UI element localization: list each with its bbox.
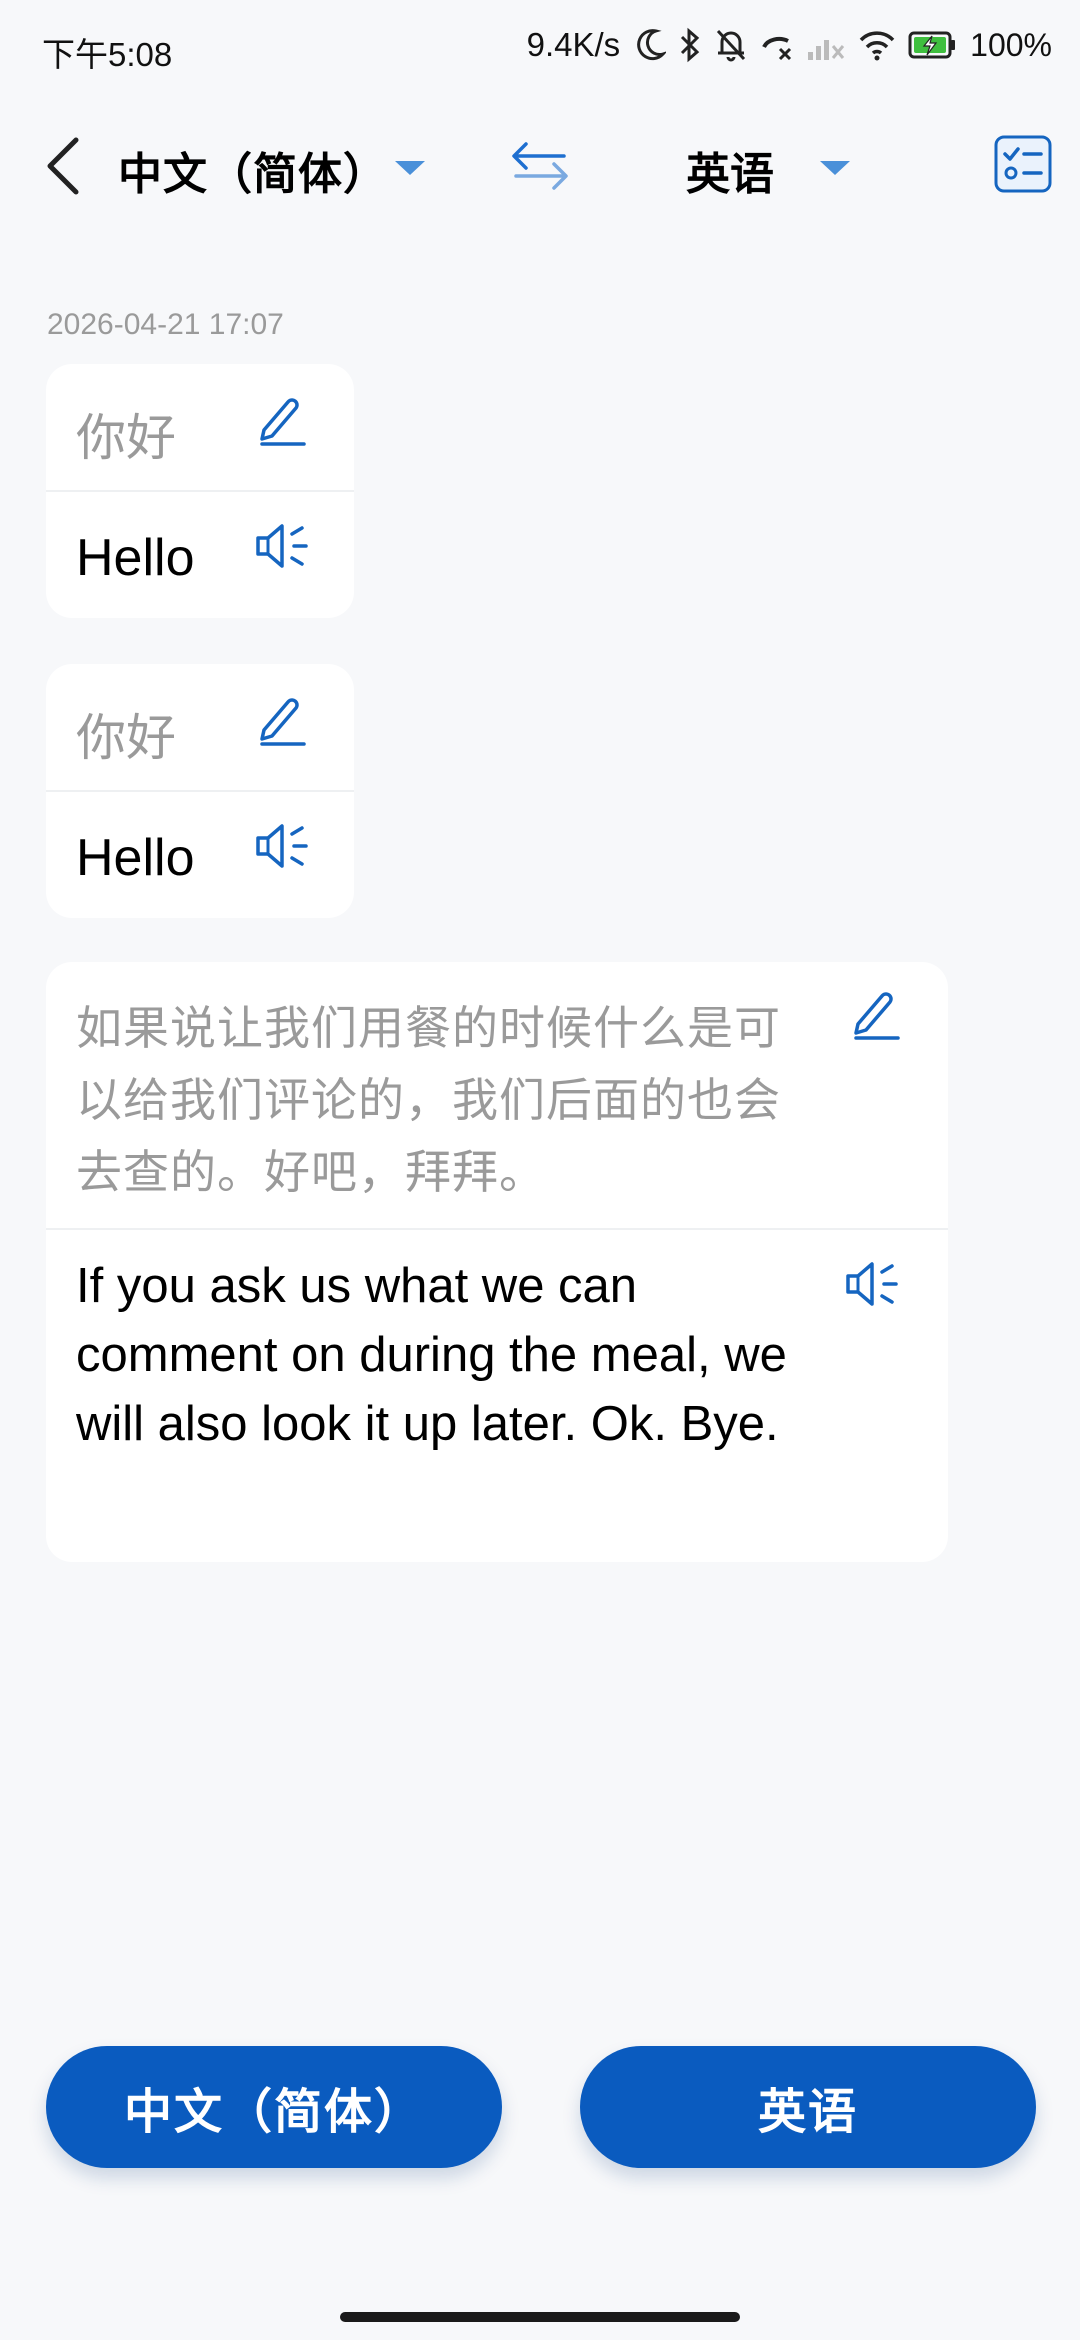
battery-charging-icon xyxy=(908,31,956,59)
signal-icon xyxy=(808,40,845,60)
speak-target-language-button[interactable]: 英语 xyxy=(580,2046,1036,2168)
speak-source-language-button[interactable]: 中文（简体） xyxy=(46,2046,502,2168)
conversation-date: 2026-04-21 17:07 xyxy=(47,308,284,341)
translation-text: Hello xyxy=(76,829,195,887)
translation-section: Hello xyxy=(46,792,354,918)
edit-pencil-icon[interactable] xyxy=(846,986,906,1046)
source-section: 你好 xyxy=(46,664,354,792)
network-speed: 9.4K/s xyxy=(526,26,621,63)
translation-text: Hello xyxy=(76,529,195,587)
language-header: 中文（简体） 英语 xyxy=(0,120,1080,212)
call-off-icon xyxy=(762,36,792,61)
speaker-icon[interactable] xyxy=(252,514,316,578)
dropdown-caret-icon[interactable] xyxy=(395,161,425,175)
translation-section: If you ask us what we can comment on dur… xyxy=(46,1230,948,1562)
translation-card: 如果说让我们用餐的时候什么是可以给我们评论的，我们后面的也会去查的。好吧，拜拜。… xyxy=(46,962,948,1562)
source-text: 如果说让我们用餐的时候什么是可以给我们评论的，我们后面的也会去查的。好吧，拜拜。 xyxy=(76,1001,781,1199)
source-section: 如果说让我们用餐的时候什么是可以给我们评论的，我们后面的也会去查的。好吧，拜拜。 xyxy=(46,962,948,1230)
edit-pencil-icon[interactable] xyxy=(252,392,312,452)
status-time: 下午5:08 xyxy=(42,36,173,73)
source-text: 你好 xyxy=(76,409,176,467)
speaker-icon[interactable] xyxy=(252,814,316,878)
mute-bell-icon xyxy=(717,29,746,62)
translation-text: If you ask us what we can comment on dur… xyxy=(76,1259,787,1451)
wifi-icon xyxy=(859,31,895,61)
dropdown-caret-icon[interactable] xyxy=(820,161,850,175)
home-indicator[interactable] xyxy=(340,2312,740,2322)
edit-pencil-icon[interactable] xyxy=(252,692,312,752)
translation-section: Hello xyxy=(46,492,354,618)
speaker-icon[interactable] xyxy=(842,1252,906,1316)
status-icons: 9.4K/s 100% xyxy=(527,26,1052,64)
moon-icon xyxy=(637,29,667,61)
source-section: 你好 xyxy=(46,364,354,492)
status-bar: 下午5:08 9.4K/s 100% xyxy=(0,0,1080,96)
source-text: 你好 xyxy=(76,709,176,767)
source-language-selector[interactable]: 中文（简体） xyxy=(118,138,388,202)
swap-languages-icon[interactable] xyxy=(508,138,572,194)
target-language-selector[interactable]: 英语 xyxy=(686,138,774,202)
back-arrow-icon[interactable] xyxy=(34,130,94,202)
translation-card: 你好 Hello xyxy=(46,364,354,618)
translation-card: 你好 Hello xyxy=(46,664,354,918)
battery-percent: 100% xyxy=(970,26,1052,63)
history-checklist-icon[interactable] xyxy=(994,135,1052,193)
bluetooth-icon xyxy=(681,27,700,63)
